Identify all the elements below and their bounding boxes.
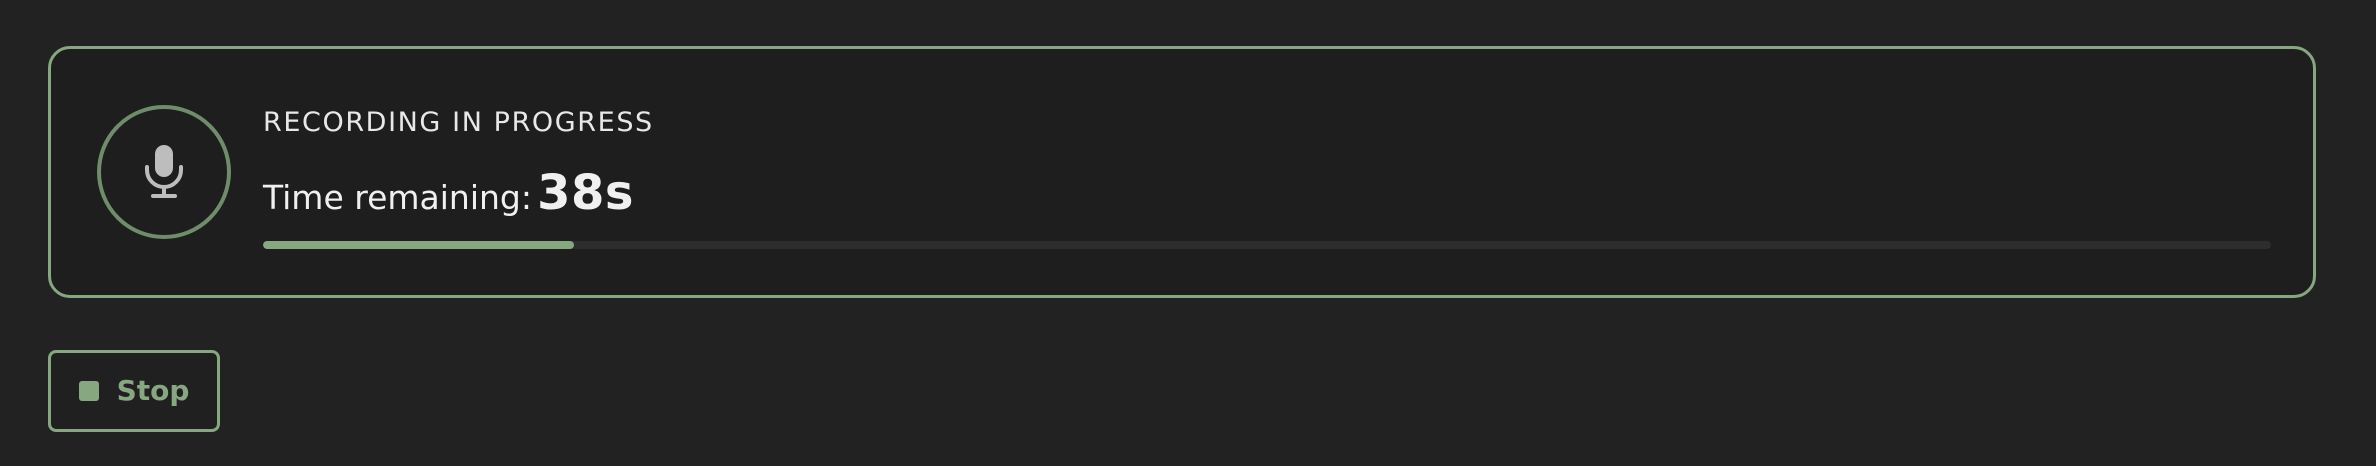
microphone-badge	[97, 105, 231, 239]
stop-button-label: Stop	[116, 374, 190, 407]
stop-square-icon	[78, 381, 99, 401]
recording-progress-bar	[263, 241, 2271, 249]
recording-status-card: RECORDING IN PROGRESS Time remaining: 38…	[48, 46, 2316, 298]
time-remaining-value: 38s	[537, 165, 634, 221]
microphone-icon	[145, 145, 183, 198]
time-remaining-label: Time remaining:	[263, 178, 532, 217]
recording-progress-fill	[263, 241, 575, 249]
recording-status-label: RECORDING IN PROGRESS	[263, 107, 654, 138]
time-remaining: Time remaining: 38s	[263, 169, 634, 217]
stop-button[interactable]: Stop	[48, 350, 220, 432]
